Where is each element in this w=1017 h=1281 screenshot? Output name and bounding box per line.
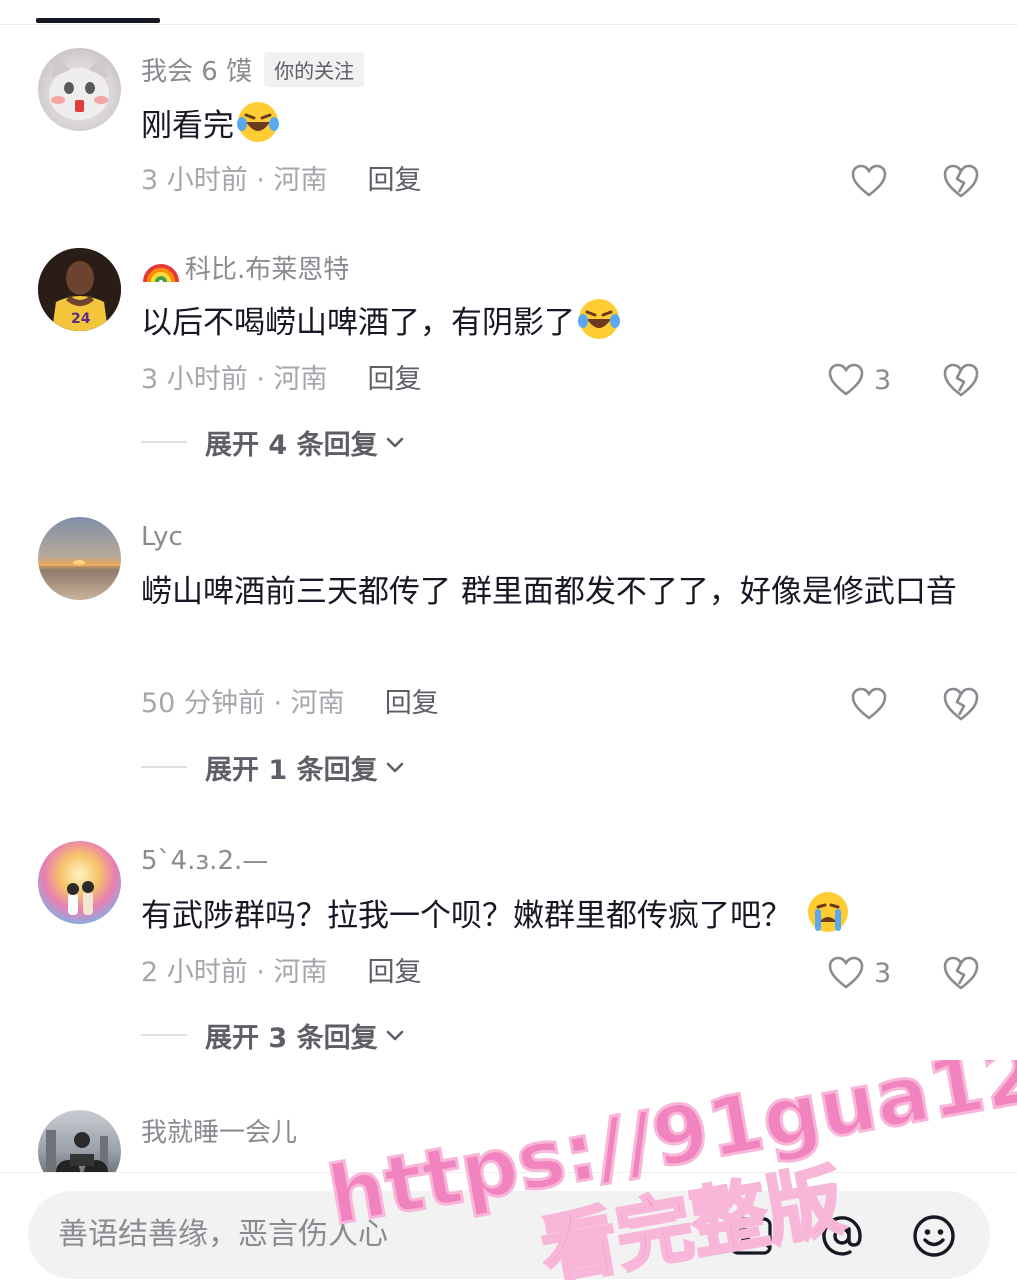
comment-meta: 2 小时前 · 河南 回复 bbox=[141, 953, 422, 993]
comment-time-location: 50 分钟前 · 河南 bbox=[141, 688, 345, 719]
heart-icon bbox=[851, 164, 887, 197]
rainbow-icon bbox=[143, 264, 179, 283]
comment-text: 有武陟群吗？拉我一个呗？嫩群里都传疯了吧？ bbox=[141, 888, 971, 945]
comment-meta: 3 小时前 · 河南 回复 bbox=[141, 360, 422, 400]
avatar[interactable] bbox=[38, 517, 121, 600]
comment-text-body: 崂山啤酒前三天都传了 群里面都发不了了，好像是修武口音 bbox=[141, 574, 957, 610]
expand-replies-label: 展开 3 条回复 bbox=[205, 1022, 378, 1054]
broken-heart-icon[interactable] bbox=[940, 683, 982, 725]
comment-text: 崂山啤酒前三天都传了 群里面都发不了了，好像是修武口音 bbox=[141, 564, 971, 621]
comment-text-body: 刚看完 bbox=[141, 108, 234, 144]
heart-icon bbox=[828, 363, 864, 396]
heart-icon bbox=[828, 956, 864, 989]
expand-replies-label: 展开 4 条回复 bbox=[205, 429, 378, 461]
like-button[interactable]: 3 bbox=[826, 953, 891, 993]
reply-button[interactable]: 回复 bbox=[385, 688, 439, 719]
username[interactable]: 科比.布莱恩特 bbox=[141, 248, 349, 286]
tab-indicator bbox=[36, 18, 160, 23]
expand-replies-button[interactable]: 展开 1 条回复 bbox=[141, 747, 406, 787]
comment-time-location: 3 小时前 · 河南 bbox=[141, 165, 328, 196]
comment-input-bar: 善语结善缘，恶言伤人心 bbox=[0, 1172, 1017, 1281]
chevron-down-icon bbox=[386, 437, 403, 448]
expand-replies-label: 展开 1 条回复 bbox=[205, 754, 378, 786]
like-count: 3 bbox=[874, 364, 892, 396]
comment-time-location: 2 小时前 · 河南 bbox=[141, 957, 328, 988]
username[interactable]: 我就睡一会儿 bbox=[141, 1111, 297, 1149]
username[interactable]: Lyc bbox=[141, 518, 183, 556]
heart-icon bbox=[851, 687, 887, 720]
comment-time-location: 3 小时前 · 河南 bbox=[141, 364, 328, 395]
username-text: 我就睡一会儿 bbox=[141, 1117, 298, 1148]
like-button[interactable] bbox=[849, 161, 897, 201]
mention-icon[interactable] bbox=[819, 1213, 865, 1259]
chevron-down-icon bbox=[386, 762, 403, 773]
reply-button[interactable]: 回复 bbox=[368, 165, 422, 196]
expand-replies-button[interactable]: 展开 3 条回复 bbox=[141, 1015, 406, 1055]
top-bar bbox=[0, 0, 1017, 25]
username-text: Lyc bbox=[141, 522, 183, 552]
crying-emoji-icon bbox=[808, 892, 848, 932]
broken-heart-icon[interactable] bbox=[940, 160, 982, 202]
divider-line bbox=[141, 1034, 187, 1036]
username-text: 5`4.з.2.— bbox=[141, 846, 269, 876]
like-count: 3 bbox=[874, 957, 892, 989]
follow-badge: 你的关注 bbox=[264, 51, 365, 87]
like-button[interactable] bbox=[849, 684, 897, 724]
comment-input[interactable]: 善语结善缘，恶言伤人心 bbox=[28, 1191, 990, 1279]
reply-button[interactable]: 回复 bbox=[368, 957, 422, 988]
avatar[interactable] bbox=[38, 841, 121, 924]
username-text: 科比.布莱恩特 bbox=[185, 254, 350, 285]
like-button[interactable]: 3 bbox=[826, 360, 891, 400]
comment-text-body: 有武陟群吗？拉我一个呗？嫩群里都传疯了吧？ bbox=[141, 898, 792, 934]
comment-text: 以后不喝崂山啤酒了，有阴影了 bbox=[141, 295, 971, 352]
reply-button[interactable]: 回复 bbox=[368, 364, 422, 395]
divider-line bbox=[141, 766, 187, 768]
emoji-icon[interactable] bbox=[911, 1213, 957, 1259]
username[interactable]: 5`4.з.2.— bbox=[141, 842, 268, 880]
broken-heart-icon[interactable] bbox=[940, 952, 982, 994]
comment-text: 刚看完 bbox=[141, 98, 971, 155]
comment-meta: 3 小时前 · 河南 回复 bbox=[141, 161, 422, 201]
username[interactable]: 我会 6 馍 你的关注 bbox=[141, 50, 365, 88]
comment-text-body: 以后不喝崂山啤酒了，有阴影了 bbox=[141, 305, 575, 341]
broken-heart-icon[interactable] bbox=[940, 359, 982, 401]
avatar[interactable] bbox=[38, 48, 121, 131]
laughing-crying-emoji-icon bbox=[237, 102, 279, 142]
image-icon[interactable] bbox=[728, 1213, 774, 1259]
laughing-crying-emoji-icon bbox=[578, 299, 620, 339]
comment-input-placeholder: 善语结善缘，恶言伤人心 bbox=[58, 1217, 388, 1252]
username-text: 我会 6 馍 bbox=[141, 56, 253, 87]
divider-line bbox=[141, 441, 187, 443]
chevron-down-icon bbox=[386, 1030, 403, 1041]
avatar[interactable]: 24 bbox=[38, 248, 121, 331]
expand-replies-button[interactable]: 展开 4 条回复 bbox=[141, 422, 406, 462]
svg-text:24: 24 bbox=[71, 311, 91, 327]
comment-meta: 50 分钟前 · 河南 回复 bbox=[141, 684, 439, 724]
